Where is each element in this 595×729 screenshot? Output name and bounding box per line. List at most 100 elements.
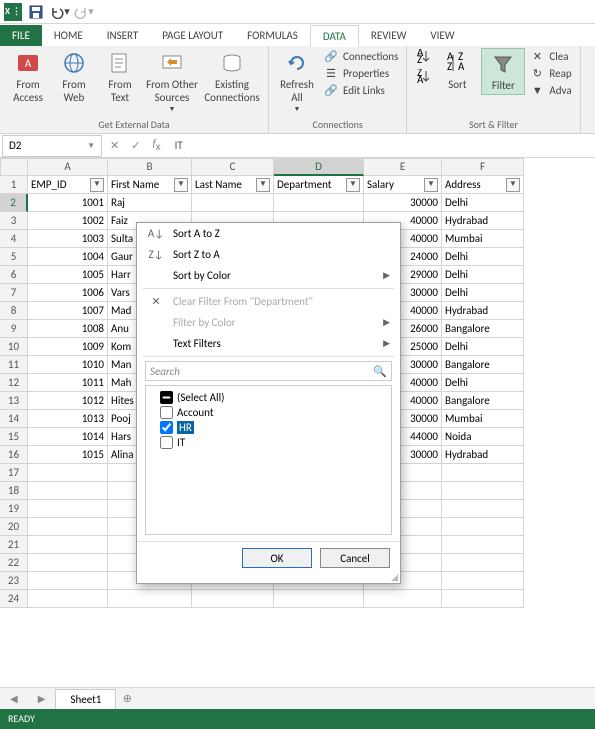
cell-D2[interactable] [274,194,364,212]
from-web-button[interactable]: From Web [52,48,96,106]
checkbox-it[interactable] [160,436,173,449]
row-header-14[interactable]: 14 [0,410,28,428]
tab-formulas[interactable]: FORMULAS [235,25,310,46]
filter-dropdown-icon[interactable]: ▼ [256,178,270,192]
cell-A9[interactable]: 1008 [28,320,108,338]
header-cell-F[interactable]: Address▼ [442,176,524,194]
cell-F23[interactable] [442,572,524,590]
filter-item-it[interactable]: IT [150,435,387,450]
row-header-5[interactable]: 5 [0,248,28,266]
redo-button[interactable]: ▾ [74,2,94,22]
row-header-6[interactable]: 6 [0,266,28,284]
cell-F7[interactable]: Delhi [442,284,524,302]
header-cell-C[interactable]: Last Name▼ [192,176,274,194]
row-header-13[interactable]: 13 [0,392,28,410]
cell-A14[interactable]: 1013 [28,410,108,428]
sheet-tab-sheet1[interactable]: Sheet1 [55,689,116,709]
cell-A18[interactable] [28,482,108,500]
sort-z-to-a-item[interactable]: Z↓Sort Z to A [137,244,400,265]
cell-A2[interactable]: 1001 [28,194,108,212]
resize-grip-icon[interactable]: ◢ [137,574,400,583]
cell-B2[interactable]: Raj [108,194,192,212]
cell-F18[interactable] [442,482,524,500]
cell-A3[interactable]: 1002 [28,212,108,230]
cell-F20[interactable] [442,518,524,536]
row-header-11[interactable]: 11 [0,356,28,374]
cell-A10[interactable]: 1009 [28,338,108,356]
sort-a-to-z-item[interactable]: A↓Sort A to Z [137,223,400,244]
filter-item-select-all[interactable]: (Select All) [150,390,387,405]
sheet-nav-left[interactable]: ◀ [0,692,28,705]
header-cell-E[interactable]: Salary▼ [364,176,442,194]
row-header-19[interactable]: 19 [0,500,28,518]
cell-A23[interactable] [28,572,108,590]
cell-F6[interactable]: Delhi [442,266,524,284]
sort-button[interactable]: AZZASort [435,48,479,93]
row-header-15[interactable]: 15 [0,428,28,446]
cell-F24[interactable] [442,590,524,608]
header-cell-A[interactable]: EMP_ID▼ [28,176,108,194]
cell-F17[interactable] [442,464,524,482]
existing-connections-button[interactable]: Existing Connections [202,48,262,106]
cell-A21[interactable] [28,536,108,554]
row-header-1[interactable]: 1 [0,176,28,194]
cell-F14[interactable]: Mumbai [442,410,524,428]
cell-F10[interactable]: Delhi [442,338,524,356]
row-header-3[interactable]: 3 [0,212,28,230]
save-button[interactable] [26,2,46,22]
refresh-all-button[interactable]: Refresh All▼ [275,48,319,115]
row-header-10[interactable]: 10 [0,338,28,356]
cell-A24[interactable] [28,590,108,608]
cell-F8[interactable]: Hydrabad [442,302,524,320]
cell-C24[interactable] [192,590,274,608]
row-header-2[interactable]: 2 [0,194,28,212]
sort-by-color-item[interactable]: Sort by Color▶ [137,265,400,286]
row-header-4[interactable]: 4 [0,230,28,248]
from-other-sources-button[interactable]: From Other Sources▼ [144,48,200,115]
row-header-8[interactable]: 8 [0,302,28,320]
ok-button[interactable]: OK [242,548,312,568]
row-header-16[interactable]: 16 [0,446,28,464]
cell-F5[interactable]: Delhi [442,248,524,266]
cell-B24[interactable] [108,590,192,608]
cell-F13[interactable]: Bangalore [442,392,524,410]
row-header-20[interactable]: 20 [0,518,28,536]
filter-dropdown-icon[interactable]: ▼ [90,178,104,192]
tab-view[interactable]: VIEW [418,25,466,46]
cell-F3[interactable]: Hydrabad [442,212,524,230]
cell-F11[interactable]: Bangalore [442,356,524,374]
filter-dropdown-icon[interactable]: ▼ [424,178,438,192]
tab-insert[interactable]: INSERT [95,25,151,46]
col-header-D[interactable]: D [274,158,364,176]
cell-F9[interactable]: Bangalore [442,320,524,338]
row-header-24[interactable]: 24 [0,590,28,608]
enter-formula-icon[interactable]: ✓ [125,139,146,152]
undo-button[interactable]: ▾ [50,2,70,22]
filter-button[interactable]: Filter [481,48,525,95]
col-header-A[interactable]: A [28,158,108,176]
formula-input[interactable]: IT [167,139,595,152]
tab-file[interactable]: FILE [0,25,42,46]
cell-A12[interactable]: 1011 [28,374,108,392]
filter-item-hr[interactable]: HR [150,420,387,435]
col-header-F[interactable]: F [442,158,524,176]
col-header-E[interactable]: E [364,158,442,176]
tab-home[interactable]: HOME [42,25,95,46]
tab-review[interactable]: REVIEW [359,25,419,46]
sheet-nav-right[interactable]: ▶ [28,692,56,705]
connections-button[interactable]: 🔗Connections [321,48,400,64]
add-sheet-button[interactable]: ⊕ [116,692,138,705]
edit-links-button[interactable]: 🔗Edit Links [321,82,400,98]
cell-A16[interactable]: 1015 [28,446,108,464]
filter-dropdown-icon[interactable]: ▼ [346,178,360,192]
row-header-17[interactable]: 17 [0,464,28,482]
cell-F15[interactable]: Noida [442,428,524,446]
cell-A15[interactable]: 1014 [28,428,108,446]
row-header-23[interactable]: 23 [0,572,28,590]
filter-item-account[interactable]: Account [150,405,387,420]
cell-C2[interactable] [192,194,274,212]
col-header-B[interactable]: B [108,158,192,176]
cell-A20[interactable] [28,518,108,536]
cell-A22[interactable] [28,554,108,572]
cell-F12[interactable]: Delhi [442,374,524,392]
